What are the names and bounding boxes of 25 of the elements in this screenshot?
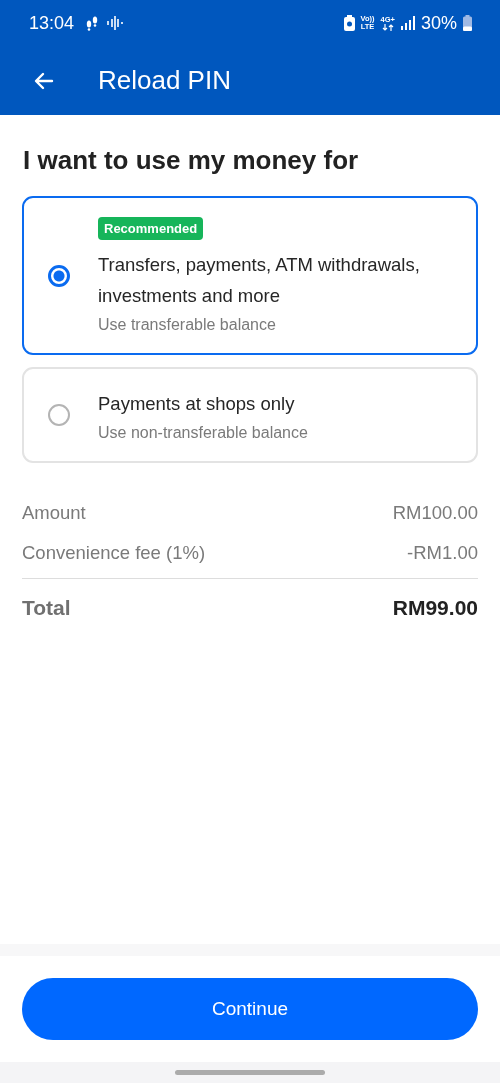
fee-label: Amount [22, 502, 86, 524]
recommended-badge: Recommended [98, 217, 204, 240]
radio-button[interactable] [48, 264, 70, 287]
option-title: Transfers, payments, ATM withdrawals, investments and more [98, 253, 421, 308]
radio-button[interactable] [48, 404, 70, 426]
sound-wave-icon [106, 16, 125, 30]
data-arrows-icon [381, 23, 394, 31]
battery-icon [463, 15, 472, 31]
continue-button[interactable]: Continue [22, 978, 478, 1040]
section-heading: I want to use my money for [23, 145, 360, 176]
fee-value: -RM1.00 [407, 542, 478, 564]
signal-icon [400, 16, 415, 30]
total-label: Total [22, 596, 71, 620]
battery-saver-icon [343, 15, 355, 31]
total-value: RM99.00 [392, 596, 478, 620]
clock-time: 13:04 [29, 12, 75, 34]
battery-percent: 30% [420, 12, 457, 34]
option-title: Payments at shops only [98, 392, 295, 416]
fee-value: RM100.00 [392, 502, 478, 524]
fee-label: Convenience fee (1%) [22, 542, 206, 564]
option-card[interactable]: Recommended Transfers, payments, ATM withdrawals, investments and more Use transferable balance [22, 196, 478, 355]
screen-title: Reload PIN [98, 65, 231, 96]
option-subtitle: Use non-transferable balance [98, 424, 308, 442]
option-card[interactable]: Payments at shops only Use non-transferable balance [22, 367, 478, 463]
option-subtitle: Use transferable balance [98, 316, 276, 334]
